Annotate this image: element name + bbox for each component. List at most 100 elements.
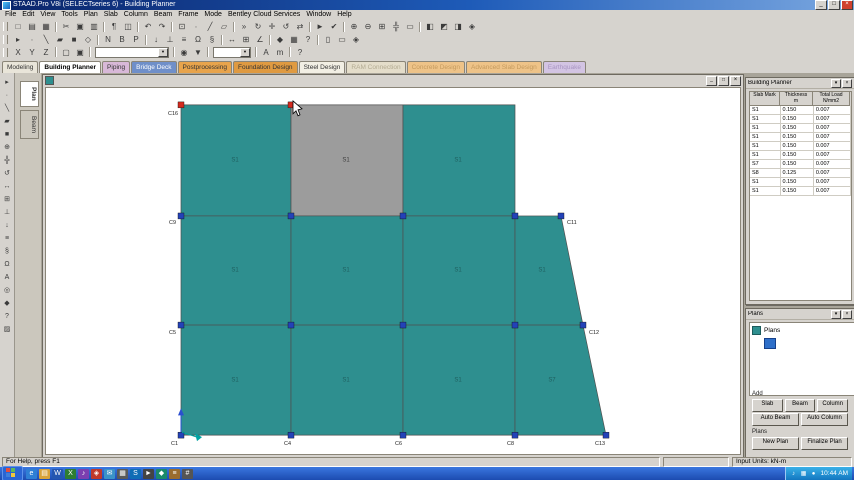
materials-icon[interactable]: Ω — [191, 33, 205, 46]
node-marker[interactable] — [178, 322, 184, 328]
text-labels-icon[interactable]: A — [259, 46, 273, 59]
table-row[interactable]: S10.1500.007 — [750, 142, 851, 151]
print-preview-icon[interactable]: ◫ — [121, 20, 135, 33]
taskbar-app-icon[interactable]: ◆ — [156, 469, 167, 479]
node-marker[interactable] — [288, 322, 294, 328]
slab-tool-icon[interactable]: ▨ — [2, 324, 13, 335]
property-tool-icon[interactable]: ≡ — [2, 233, 13, 244]
column-header[interactable]: Thicknessm — [780, 92, 813, 106]
table-row[interactable]: S10.1500.007 — [750, 187, 851, 196]
workflow-tab-postprocessing[interactable]: Postprocessing — [178, 61, 232, 73]
tree-item-plan-selected[interactable] — [764, 338, 853, 349]
selection-group-combo[interactable]: ▼ — [95, 47, 169, 58]
dimension-icon[interactable]: ↔ — [225, 33, 239, 46]
filter-toggle-icon[interactable]: ▼ — [191, 46, 205, 59]
loads-icon[interactable]: ↓ — [149, 33, 163, 46]
render-tool-icon[interactable]: ◆ — [2, 298, 13, 309]
menu-window[interactable]: Window — [303, 10, 334, 20]
properties-icon[interactable]: ≡ — [177, 33, 191, 46]
column-header[interactable]: Total LoadN/mm2 — [813, 92, 850, 106]
menu-slab[interactable]: Slab — [101, 10, 121, 20]
table-row[interactable]: S70.1500.007 — [750, 160, 851, 169]
node-marker[interactable] — [178, 432, 184, 438]
workflow-tab-bridge-deck[interactable]: Bridge Deck — [131, 61, 176, 73]
zoom-window-icon[interactable]: ⊞ — [375, 20, 389, 33]
highlight-icon[interactable]: ◉ — [177, 46, 191, 59]
plan-view-icon[interactable]: ▭ — [335, 33, 349, 46]
panel-pin-icon[interactable]: ▾ — [831, 310, 841, 319]
copy-icon[interactable]: ▣ — [73, 20, 87, 33]
workflow-tab-steel-design[interactable]: Steel Design — [299, 61, 346, 73]
menu-column[interactable]: Column — [121, 10, 151, 20]
plate-labels-icon[interactable]: P — [129, 33, 143, 46]
print-icon[interactable]: ¶ — [107, 20, 121, 33]
mdi-restore-button[interactable]: □ — [718, 76, 729, 86]
redo-icon[interactable]: ↷ — [155, 20, 169, 33]
save-icon[interactable]: ▦ — [39, 20, 53, 33]
drawing-canvas[interactable]: S1S1S1S1S1S1S1S1S1S1S7C16C9C5C1C4C6C8C13… — [45, 87, 741, 455]
start-button[interactable] — [2, 466, 23, 480]
beams-cursor-icon[interactable]: ╲ — [39, 33, 53, 46]
slab-table[interactable]: Slab MarkThicknessmTotal LoadN/mm2S10.15… — [749, 91, 852, 301]
table-row[interactable]: S10.1500.007 — [750, 115, 851, 124]
select-parallel-z-icon[interactable]: Z — [39, 46, 53, 59]
workflow-tab-earthquake[interactable]: Earthquake — [543, 61, 586, 73]
circular-repeat-icon[interactable]: ↻ — [251, 20, 265, 33]
taskbar-app-icon[interactable]: # — [182, 469, 193, 479]
solid-tool-icon[interactable]: ■ — [2, 129, 13, 140]
menu-file[interactable]: File — [2, 10, 19, 20]
taskbar-app-icon[interactable]: ✉ — [104, 469, 115, 479]
zoom-out-icon[interactable]: ⊖ — [361, 20, 375, 33]
slab-button[interactable]: Slab — [752, 399, 783, 412]
load-tool-icon[interactable]: ↓ — [2, 220, 13, 231]
taskbar-app-icon[interactable]: ♪ — [78, 469, 89, 479]
error-check-icon[interactable]: ✔ — [327, 20, 341, 33]
table-row[interactable]: S10.1500.007 — [750, 106, 851, 115]
rotate-tool-icon[interactable]: ↺ — [2, 168, 13, 179]
tray-icon[interactable]: ▦ — [800, 470, 808, 478]
new-plan-button[interactable]: New Plan — [752, 437, 799, 450]
solids-cursor-icon[interactable]: ■ — [67, 33, 81, 46]
panel-close-icon[interactable]: × — [842, 310, 852, 319]
node-marker[interactable] — [512, 322, 518, 328]
nodes-cursor-icon[interactable]: ∙ — [25, 33, 39, 46]
workflow-tab-piping[interactable]: Piping — [102, 61, 130, 73]
maximize-button[interactable]: □ — [828, 0, 840, 10]
grid-icon[interactable]: ⊞ — [239, 33, 253, 46]
column-button[interactable]: Column — [817, 399, 848, 412]
mdi-minimize-button[interactable]: _ — [706, 76, 717, 86]
node-marker[interactable] — [178, 213, 184, 219]
table-row[interactable]: S10.1500.007 — [750, 133, 851, 142]
table-row[interactable]: S10.1500.007 — [750, 151, 851, 160]
node-marker[interactable] — [400, 213, 406, 219]
node-marker[interactable] — [512, 432, 518, 438]
workflow-tab-concrete-design[interactable]: Concrete Design — [407, 61, 465, 73]
table-row[interactable]: S80.1250.007 — [750, 169, 851, 178]
spec-tool-icon[interactable]: § — [2, 246, 13, 257]
combo-dropdown-icon[interactable]: ▼ — [158, 48, 168, 57]
plates-cursor-icon[interactable]: ▰ — [53, 33, 67, 46]
tray-icon[interactable]: ♪ — [790, 470, 798, 478]
specifications-icon[interactable]: § — [205, 33, 219, 46]
snap-node-beam-icon[interactable]: ⊡ — [175, 20, 189, 33]
translational-repeat-icon[interactable]: » — [237, 20, 251, 33]
node-tool-icon[interactable]: ∙ — [2, 90, 13, 101]
cut-icon[interactable]: ✂ — [59, 20, 73, 33]
view-side-icon[interactable]: ◨ — [451, 20, 465, 33]
supports-icon[interactable]: ⊥ — [163, 33, 177, 46]
node-marker[interactable] — [580, 322, 586, 328]
rotate-icon[interactable]: ↺ — [279, 20, 293, 33]
node-labels-icon[interactable]: N — [101, 33, 115, 46]
fit-all-icon[interactable]: ▭ — [403, 20, 417, 33]
insert-node-icon[interactable]: ∙ — [189, 20, 203, 33]
taskbar-app-icon[interactable]: ◈ — [91, 469, 102, 479]
close-button[interactable]: × — [841, 0, 853, 10]
beam-labels-icon[interactable]: B — [115, 33, 129, 46]
workflow-tab-foundation-design[interactable]: Foundation Design — [233, 61, 298, 73]
slab-region[interactable] — [515, 216, 583, 325]
plate-tool-icon[interactable]: ▰ — [2, 116, 13, 127]
taskbar-app-icon[interactable]: e — [26, 469, 37, 479]
zoom-tool-icon[interactable]: ⊕ — [2, 142, 13, 153]
units-icon[interactable]: m — [273, 46, 287, 59]
taskbar-app-icon[interactable]: ▦ — [117, 469, 128, 479]
